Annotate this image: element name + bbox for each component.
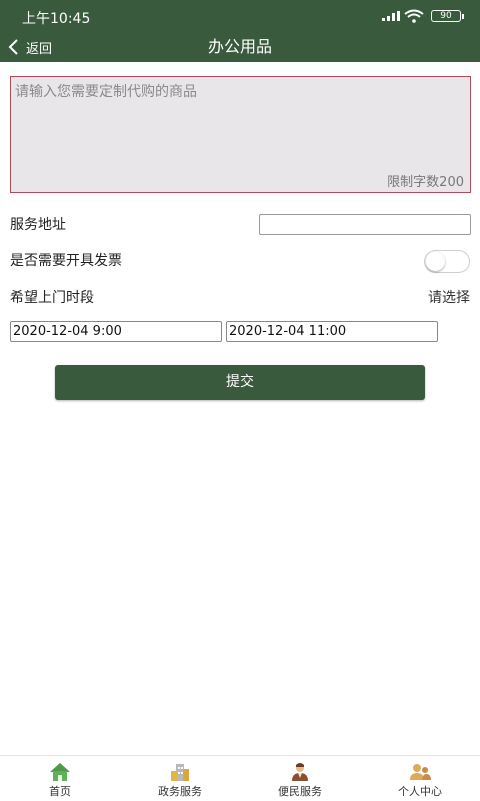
- address-input[interactable]: [259, 214, 471, 235]
- building-icon: [171, 764, 189, 781]
- status-bar: 上午10:45 90: [0, 0, 480, 32]
- tab-personal-center[interactable]: 个人中心: [360, 756, 480, 801]
- invoice-label: 是否需要开具发票: [10, 253, 122, 269]
- submit-button[interactable]: 提交: [55, 365, 425, 400]
- start-time-field[interactable]: 2020-12-04 9:00: [10, 321, 222, 342]
- toggle-knob: [426, 252, 445, 271]
- service-person-icon: [292, 763, 308, 781]
- tab-home[interactable]: 首页: [0, 756, 120, 801]
- tab-label: 个人中心: [398, 785, 442, 798]
- bottom-tab-bar: 首页 政务服务 便民服务 个人中心: [0, 755, 480, 801]
- tab-convenience-services[interactable]: 便民服务: [240, 756, 360, 801]
- invoice-toggle[interactable]: [424, 250, 470, 273]
- nav-bar: 返回 办公用品: [0, 32, 480, 62]
- end-time-field[interactable]: 2020-12-04 11:00: [226, 321, 438, 342]
- tab-label: 首页: [49, 785, 71, 798]
- battery-icon: 90: [431, 10, 464, 22]
- tab-label: 政务服务: [158, 785, 202, 798]
- tab-label: 便民服务: [278, 785, 322, 798]
- product-request-box: 限制字数200: [10, 76, 471, 193]
- signal-icon: [382, 11, 400, 21]
- time-select-link[interactable]: 请选择: [428, 287, 470, 307]
- user-group-icon: [410, 764, 431, 780]
- wifi-icon: [404, 9, 424, 23]
- page-title: 办公用品: [207, 37, 272, 56]
- status-time: 上午10:45: [22, 11, 91, 27]
- tab-government-services[interactable]: 政务服务: [120, 756, 240, 801]
- char-limit-hint: 限制字数200: [387, 175, 464, 190]
- address-label: 服务地址: [10, 217, 66, 233]
- visit-time-label: 希望上门时段: [10, 290, 94, 306]
- home-icon: [50, 763, 70, 781]
